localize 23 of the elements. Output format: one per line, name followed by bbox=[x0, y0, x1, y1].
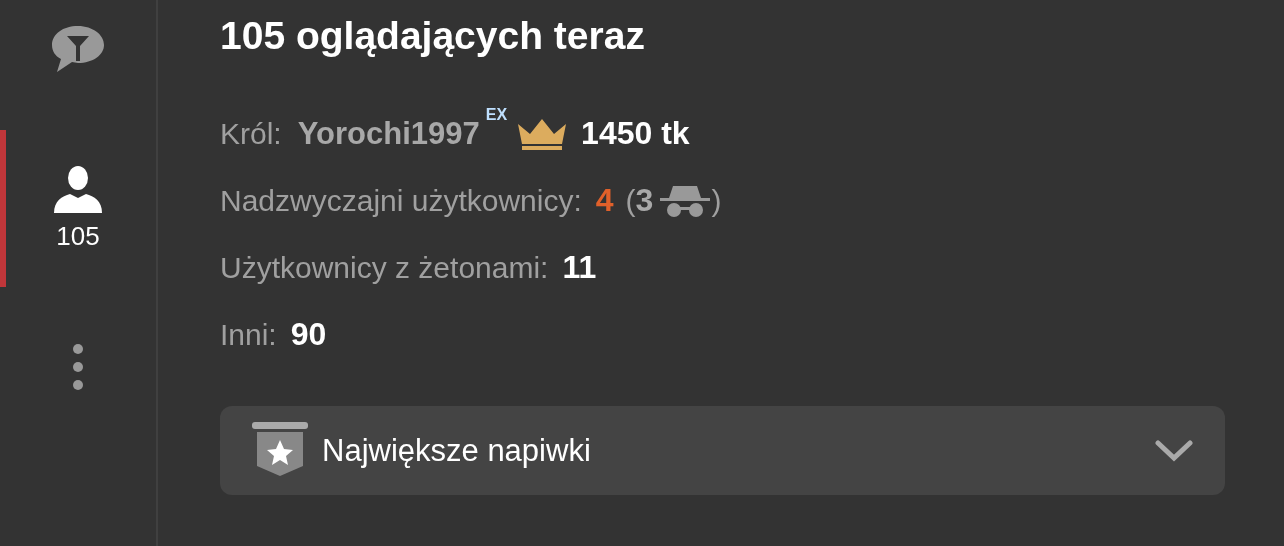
chat-filter-icon bbox=[50, 24, 106, 74]
crown-icon bbox=[517, 117, 568, 150]
hidden-count: 3 bbox=[635, 182, 654, 219]
paren-close: ) bbox=[711, 183, 722, 218]
king-tokens: 1450 tk bbox=[581, 115, 690, 152]
viewer-count: 105 bbox=[56, 221, 100, 252]
paren-open: ( bbox=[625, 183, 636, 218]
stat-value: 90 bbox=[290, 316, 327, 353]
sidebar-item[interactable]: 105 bbox=[0, 130, 156, 287]
ex-label: EX bbox=[485, 106, 508, 124]
king-username: Yorochi1997 bbox=[297, 115, 480, 152]
stat-value: 4 bbox=[595, 182, 614, 219]
stat-value: 11 bbox=[562, 249, 597, 286]
incognito-icon bbox=[659, 183, 712, 218]
chevron-icon bbox=[1155, 439, 1193, 462]
stat-label: Użytkownicy z żetonami: bbox=[220, 250, 549, 285]
user-icon bbox=[52, 165, 104, 213]
viewers-heading: 105 oglądających teraz bbox=[220, 14, 646, 58]
king-label: Król: bbox=[220, 116, 282, 151]
top-tips-dropdown[interactable]: Największe napiwki bbox=[220, 406, 1225, 495]
stat-label: Inni: bbox=[220, 317, 277, 352]
more-icon bbox=[72, 343, 84, 391]
stat-label: Nadzwyczajni użytkownicy: bbox=[220, 183, 582, 218]
